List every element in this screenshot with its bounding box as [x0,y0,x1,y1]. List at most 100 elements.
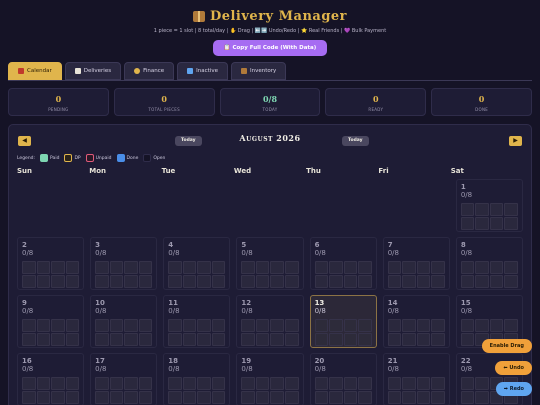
delivery-slot[interactable] [241,275,255,288]
delivery-slot[interactable] [314,319,329,332]
delivery-slot[interactable] [51,275,65,288]
tab-deliveries[interactable]: Deliveries [64,62,122,80]
delivery-slot[interactable] [475,377,489,390]
delivery-slot[interactable] [329,261,343,274]
delivery-slot[interactable] [416,261,431,274]
delivery-slot[interactable] [314,377,329,390]
delivery-slot[interactable] [285,261,299,274]
delivery-slot[interactable] [314,275,329,288]
delivery-slot[interactable] [416,319,431,332]
delivery-slot[interactable] [504,203,518,216]
delivery-slot[interactable] [358,377,372,390]
delivery-slot[interactable] [270,275,285,288]
delivery-slot[interactable] [95,261,109,274]
delivery-slot[interactable] [22,319,36,332]
delivery-slot[interactable] [460,319,475,332]
delivery-slot[interactable] [241,377,255,390]
delivery-slot[interactable] [36,377,51,390]
day-cell[interactable]: 18 0/8 [163,353,231,405]
delivery-slot[interactable] [460,261,475,274]
delivery-slot[interactable] [182,333,197,346]
day-cell[interactable]: 12 0/8 [236,295,304,348]
day-cell[interactable]: 20 0/8 [309,353,377,405]
delivery-slot[interactable] [51,377,65,390]
delivery-slot[interactable] [460,333,475,346]
delivery-slot[interactable] [431,275,445,288]
delivery-slot[interactable] [182,261,197,274]
delivery-slot[interactable] [211,333,226,346]
delivery-slot[interactable] [343,391,358,404]
delivery-slot[interactable] [402,261,416,274]
delivery-slot[interactable] [109,275,124,288]
delivery-slot[interactable] [109,377,124,390]
day-cell[interactable]: 1 0/8 [455,179,523,232]
delivery-slot[interactable] [489,203,504,216]
delivery-slot[interactable] [211,391,226,404]
day-cell[interactable]: 10 0/8 [90,295,158,348]
delivery-slot[interactable] [358,333,372,346]
delivery-slot[interactable] [138,391,153,404]
delivery-slot[interactable] [504,319,518,332]
delivery-slot[interactable] [460,275,475,288]
delivery-slot[interactable] [22,377,36,390]
delivery-slot[interactable] [431,391,445,404]
delivery-slot[interactable] [475,217,489,230]
delivery-slot[interactable] [475,261,489,274]
delivery-slot[interactable] [343,261,358,274]
delivery-slot[interactable] [475,319,489,332]
delivery-slot[interactable] [22,333,36,346]
delivery-slot[interactable] [65,333,80,346]
delivery-slot[interactable] [387,275,402,288]
delivery-slot[interactable] [168,319,182,332]
delivery-slot[interactable] [95,275,109,288]
day-cell[interactable]: 5 0/8 [236,237,304,290]
delivery-slot[interactable] [358,275,372,288]
delivery-slot[interactable] [95,333,109,346]
delivery-slot[interactable] [314,333,329,346]
delivery-slot[interactable] [314,261,329,274]
delivery-slot[interactable] [65,275,80,288]
delivery-slot[interactable] [387,333,402,346]
delivery-slot[interactable] [402,319,416,332]
delivery-slot[interactable] [489,261,504,274]
copy-code-button[interactable]: 📋 Copy Full Code (With Data) [212,40,328,56]
delivery-slot[interactable] [22,391,36,404]
delivery-slot[interactable] [138,319,153,332]
delivery-slot[interactable] [270,377,285,390]
tab-calendar[interactable]: Calendar [8,62,62,80]
delivery-slot[interactable] [95,319,109,332]
delivery-slot[interactable] [416,333,431,346]
delivery-slot[interactable] [51,319,65,332]
delivery-slot[interactable] [109,333,124,346]
delivery-slot[interactable] [358,261,372,274]
delivery-slot[interactable] [36,275,51,288]
delivery-slot[interactable] [255,319,270,332]
delivery-slot[interactable] [504,275,518,288]
day-cell[interactable]: 21 0/8 [382,353,450,405]
delivery-slot[interactable] [197,391,211,404]
delivery-slot[interactable] [402,391,416,404]
delivery-slot[interactable] [51,333,65,346]
delivery-slot[interactable] [51,391,65,404]
delivery-slot[interactable] [387,319,402,332]
delivery-slot[interactable] [343,319,358,332]
delivery-slot[interactable] [138,261,153,274]
delivery-slot[interactable] [197,275,211,288]
delivery-slot[interactable] [211,261,226,274]
delivery-slot[interactable] [285,391,299,404]
delivery-slot[interactable] [36,319,51,332]
day-cell[interactable]: 4 0/8 [163,237,231,290]
delivery-slot[interactable] [416,275,431,288]
delivery-slot[interactable] [36,391,51,404]
delivery-slot[interactable] [197,377,211,390]
delivery-slot[interactable] [255,261,270,274]
tab-inactive[interactable]: Inactive [177,62,228,80]
delivery-slot[interactable] [431,261,445,274]
delivery-slot[interactable] [124,377,138,390]
delivery-slot[interactable] [109,261,124,274]
day-cell[interactable]: 7 0/8 [382,237,450,290]
delivery-slot[interactable] [343,275,358,288]
delivery-slot[interactable] [211,275,226,288]
delivery-slot[interactable] [168,391,182,404]
redo-button[interactable]: ➡ Redo [495,382,532,396]
